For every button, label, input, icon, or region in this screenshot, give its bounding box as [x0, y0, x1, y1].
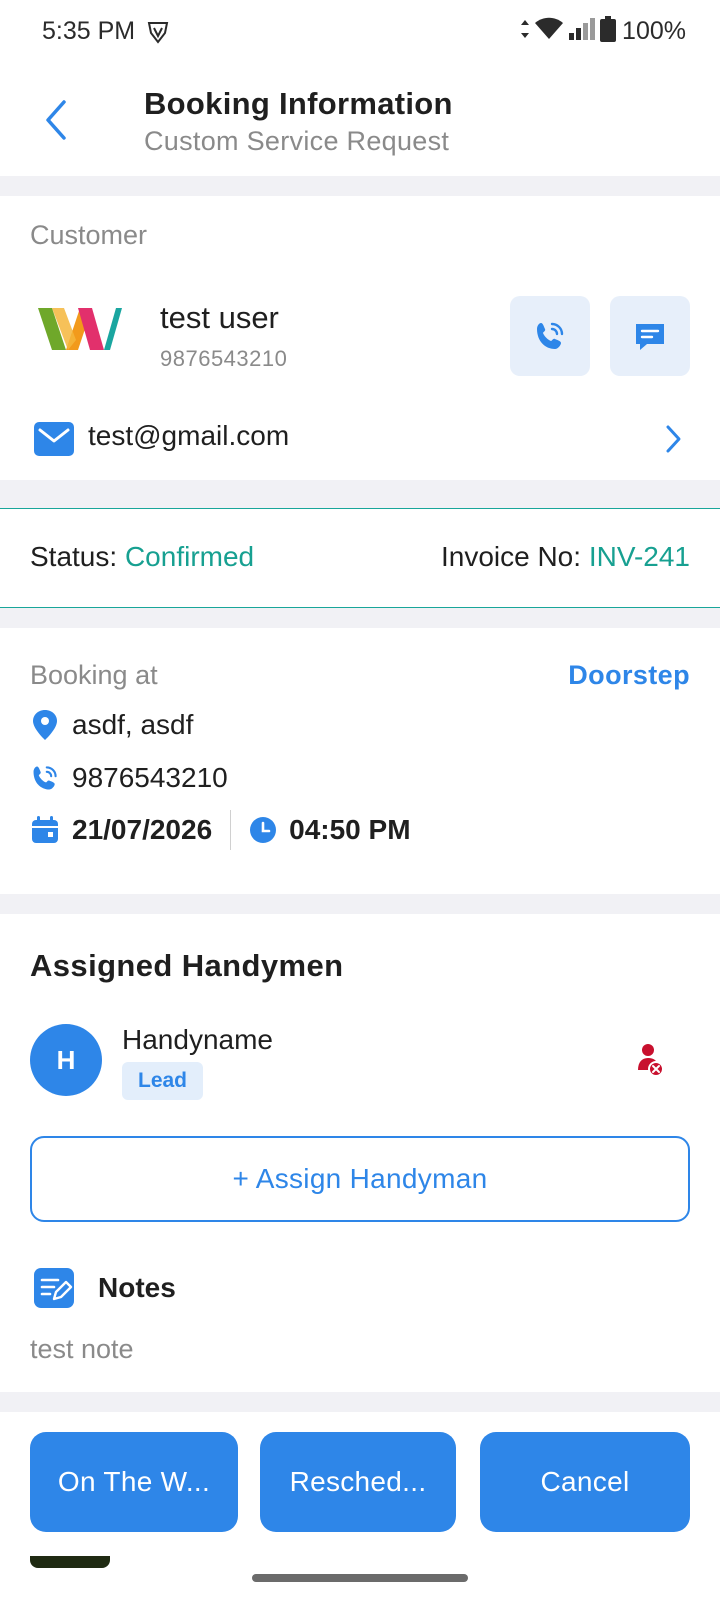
section-divider — [0, 894, 720, 914]
signal-icon — [568, 17, 596, 46]
booking-address: asdf, asdf — [72, 709, 194, 740]
assigned-handymen-title: Assigned Handymen — [30, 948, 344, 983]
notes-icon — [34, 1268, 74, 1313]
role-badge: Lead — [122, 1062, 204, 1100]
status-band: Status: Confirmed Invoice No: INV-241 — [0, 508, 720, 608]
on-the-way-button[interactable]: On The W... — [30, 1432, 238, 1532]
location-pin-icon — [33, 710, 57, 740]
status-icons: 100% — [520, 16, 686, 47]
status-label: Status: — [30, 541, 118, 572]
page-title: Booking Information — [144, 86, 453, 121]
customer-card: Customer test user 9876543210 test@gmail… — [0, 196, 720, 480]
customer-phone: 9876543210 — [160, 346, 288, 371]
handyman-name: Handyname — [122, 1024, 273, 1055]
customer-email: test@gmail.com — [88, 420, 290, 451]
avatar: H — [30, 1024, 102, 1096]
chevron-right-icon — [664, 424, 682, 459]
cancel-button[interactable]: Cancel — [480, 1432, 690, 1532]
calendar-icon — [32, 816, 58, 843]
customer-email-row[interactable]: test@gmail.com — [30, 418, 690, 462]
booking-details-card: Booking at Doorstep asdf, asdf 987654321… — [0, 628, 720, 894]
section-divider — [0, 480, 720, 508]
remove-handyman-button[interactable] — [636, 1042, 664, 1083]
booking-address-row: asdf, asdf — [30, 708, 193, 742]
datetime-divider — [230, 810, 232, 850]
home-indicator[interactable] — [252, 1574, 468, 1582]
call-customer-button[interactable] — [510, 296, 590, 376]
assign-handyman-button[interactable]: + Assign Handyman — [30, 1136, 690, 1222]
status-value: Confirmed — [124, 541, 255, 572]
wifi-icon — [534, 17, 564, 46]
vpn-shield-icon — [146, 20, 170, 49]
booking-status: Status: Confirmed — [30, 541, 254, 573]
booking-phone: 9876543210 — [72, 762, 228, 793]
battery-percent: 100% — [622, 17, 686, 45]
section-divider — [0, 176, 720, 196]
chat-icon — [636, 324, 664, 350]
app-header: Booking Information Custom Service Reque… — [0, 66, 720, 176]
status-bar: 5:35 PM 100% — [0, 0, 720, 66]
booking-phone-row[interactable]: 9876543210 — [30, 762, 228, 794]
booking-date: 21/07/2026 — [72, 814, 213, 845]
status-time: 5:35 PM — [42, 17, 136, 45]
back-arrow-icon — [46, 100, 66, 140]
partial-image — [30, 1556, 110, 1568]
data-arrows-icon — [520, 18, 530, 45]
bottom-action-bar: On The W... Resched... Cancel — [0, 1412, 720, 1600]
booking-datetime-row: 21/07/2026 04:50 PM — [30, 810, 411, 850]
invoice-value: INV-241 — [588, 541, 690, 572]
customer-name: test user — [160, 300, 279, 335]
customer-section-label: Customer — [30, 220, 148, 250]
page-subtitle: Custom Service Request — [144, 126, 450, 156]
invoice-label: Invoice No: — [440, 541, 582, 572]
customer-logo — [36, 304, 122, 359]
reschedule-button[interactable]: Resched... — [260, 1432, 456, 1532]
booking-type: Doorstep — [568, 660, 690, 690]
user-remove-icon — [638, 1044, 664, 1077]
mail-icon — [34, 422, 74, 461]
booking-time: 04:50 PM — [289, 814, 411, 845]
section-divider — [0, 608, 720, 628]
phone-icon — [33, 766, 57, 790]
battery-icon — [600, 16, 617, 47]
section-divider — [0, 1392, 720, 1412]
booking-at-label: Booking at — [30, 660, 158, 690]
clock-icon — [250, 817, 277, 843]
notes-text: test note — [30, 1334, 134, 1364]
phone-icon — [537, 322, 564, 349]
invoice-number: Invoice No: INV-241 — [441, 541, 690, 573]
handymen-card: Assigned Handymen H Handyname Lead + Ass… — [0, 914, 720, 1392]
notes-title: Notes — [98, 1272, 176, 1303]
back-button[interactable] — [38, 98, 78, 142]
message-customer-button[interactable] — [610, 296, 690, 376]
